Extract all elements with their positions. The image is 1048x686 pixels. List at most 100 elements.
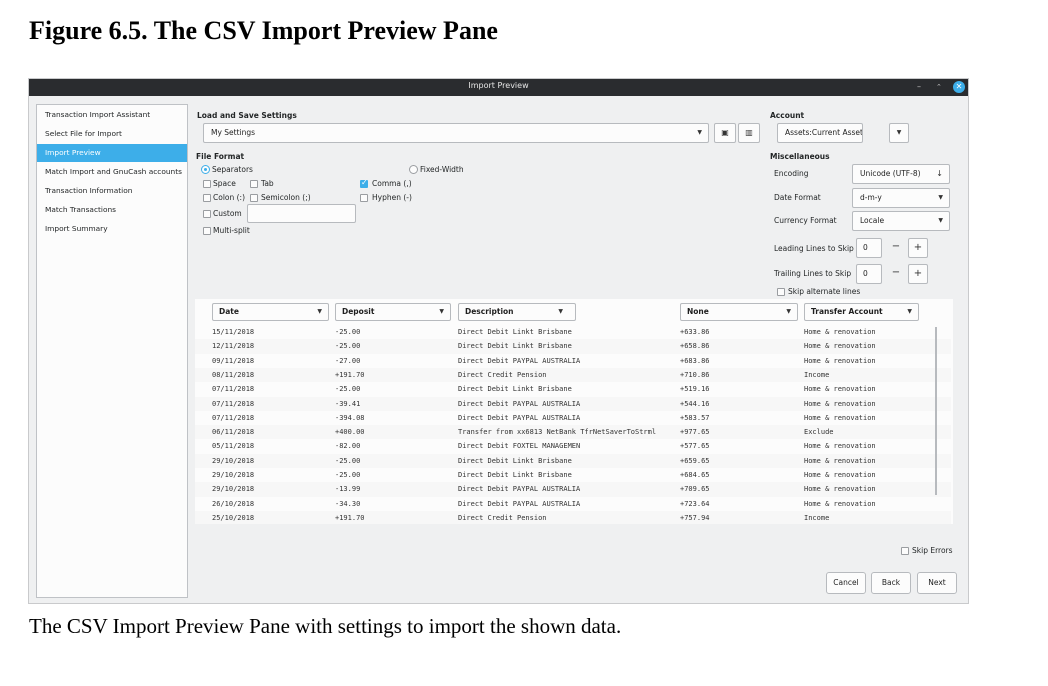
cell-description: Direct Debit PAYPAL AUSTRALIA [458,356,581,365]
cell-none: +710.86 [680,370,710,379]
minimize-icon[interactable]: – [917,81,921,93]
trailing-lines-label: Trailing Lines to Skip [774,269,852,278]
semicolon-checkbox[interactable] [250,194,258,202]
cell-deposit: -27.00 [335,356,361,365]
cell-transfer-account: Income [804,370,830,379]
next-button[interactable]: Next [917,572,957,594]
cell-deposit: -39.41 [335,399,361,408]
leading-lines-label: Leading Lines to Skip [774,244,854,253]
space-checkbox[interactable] [203,180,211,188]
sidebar-item-select-file[interactable]: Select File for Import [37,125,187,143]
cell-description: Direct Debit PAYPAL AUSTRALIA [458,413,581,422]
table-row[interactable]: 07/11/2018 -394.08 Direct Debit PAYPAL A… [195,411,951,425]
cell-none: +709.65 [680,485,710,494]
cell-deposit: +191.70 [335,513,365,522]
table-row[interactable]: 15/11/2018 -25.00 Direct Debit Linkt Bri… [195,325,951,339]
cell-date: 15/11/2018 [212,328,255,336]
table-row[interactable]: 07/11/2018 -39.41 Direct Debit PAYPAL AU… [195,396,951,411]
cancel-button[interactable]: Cancel [826,572,866,594]
sidebar-item-transaction-import-assistant[interactable]: Transaction Import Assistant [37,106,187,124]
cell-none: +757.94 [680,513,710,522]
cell-none: +583.57 [680,413,710,422]
leading-decrement-button[interactable]: − [887,241,905,252]
cell-none: +723.64 [680,499,710,508]
cell-description: Direct Debit Linkt Brisbane [458,385,572,394]
delete-settings-button[interactable]: ▥ [738,123,760,143]
file-format-heading: File Format [196,152,245,161]
encoding-select[interactable]: Unicode (UTF-8) ↓ [852,164,950,184]
multi-split-checkbox[interactable] [203,227,211,235]
sidebar-item-match-transactions[interactable]: Match Transactions [37,201,187,219]
skip-errors-label: Skip Errors [912,546,953,555]
trailing-decrement-button[interactable]: − [887,267,905,278]
cell-transfer-account: Exclude [804,428,834,437]
cell-description: Direct Credit Pension [458,513,547,522]
account-dropdown-button[interactable]: ▼ [889,123,909,143]
cell-none: +977.65 [680,428,710,437]
table-row[interactable]: 29/10/2018 -25.00 Direct Debit Linkt Bri… [195,453,951,468]
cell-date: 06/11/2018 [212,428,255,437]
preview-table: Date ▼ Deposit ▼ Description ▼ None ▼ Tr… [195,299,953,524]
cell-date: 07/11/2018 [212,413,255,422]
import-preview-window: Import Preview – ⌃ ✕ Transaction Import … [28,78,969,604]
column-header-date[interactable]: Date ▼ [212,303,329,321]
table-row[interactable]: 29/10/2018 -13.99 Direct Debit PAYPAL AU… [195,482,951,497]
colon-checkbox[interactable] [203,194,211,202]
cell-deposit: +400.00 [335,428,365,437]
leading-increment-button[interactable]: + [908,238,928,258]
column-header-none[interactable]: None ▼ [680,303,798,321]
table-row[interactable]: 06/11/2018 +400.00 Transfer from xx6813 … [195,425,951,440]
custom-separator-input[interactable] [247,204,356,223]
back-button[interactable]: Back [871,572,911,594]
date-format-select[interactable]: d-m-y ▼ [852,188,950,208]
currency-format-value: Locale [860,216,885,225]
table-row[interactable]: 07/11/2018 -25.00 Direct Debit Linkt Bri… [195,382,951,396]
cell-transfer-account: Home & renovation [804,385,876,394]
leading-lines-input[interactable]: 0 [856,238,882,258]
hyphen-checkbox[interactable] [360,194,368,202]
skip-alternate-label: Skip alternate lines [788,287,861,296]
skip-errors-checkbox[interactable] [901,547,909,555]
cell-description: Direct Debit Linkt Brisbane [458,471,572,479]
close-icon[interactable]: ✕ [953,81,965,93]
cell-transfer-account: Home & renovation [804,471,876,479]
save-settings-button[interactable]: ▣ [714,123,736,143]
cell-description: Direct Debit FOXTEL MANAGEMEN [458,442,581,451]
trailing-lines-input[interactable]: 0 [856,264,882,284]
cell-deposit: -34.30 [335,499,361,508]
cell-transfer-account: Home & renovation [804,456,876,465]
vertical-scrollbar[interactable] [935,327,937,495]
skip-alternate-checkbox[interactable] [777,288,785,296]
column-header-deposit[interactable]: Deposit ▼ [335,303,451,321]
maximize-icon[interactable]: ⌃ [936,81,942,93]
comma-label: Comma (,) [372,179,412,188]
sidebar-item-match-accounts[interactable]: Match Import and GnuCash accounts [37,163,187,181]
cell-transfer-account: Income [804,513,830,522]
sidebar-item-import-summary[interactable]: Import Summary [37,220,187,238]
cell-description: Direct Debit Linkt Brisbane [458,328,572,336]
account-select[interactable]: Assets:Current Assets:Savi [777,123,863,143]
tab-checkbox[interactable] [250,180,258,188]
table-row[interactable]: 12/11/2018 -25.00 Direct Debit Linkt Bri… [195,339,951,354]
arrow-down-icon: ↓ [936,169,943,178]
fixed-width-radio[interactable] [409,165,418,174]
settings-select[interactable]: My Settings ▼ [203,123,709,143]
table-row[interactable]: 29/10/2018 -25.00 Direct Debit Linkt Bri… [195,468,951,482]
column-header-transfer-account[interactable]: Transfer Account ▼ [804,303,919,321]
table-row[interactable]: 26/10/2018 -34.30 Direct Debit PAYPAL AU… [195,497,951,511]
table-row[interactable]: 08/11/2018 +191.70 Direct Credit Pension… [195,367,951,383]
cell-deposit: -82.00 [335,442,361,451]
cell-date: 12/11/2018 [212,342,255,351]
sidebar-item-transaction-information[interactable]: Transaction Information [37,182,187,200]
table-row[interactable]: 09/11/2018 -27.00 Direct Debit PAYPAL AU… [195,354,951,368]
currency-format-select[interactable]: Locale ▼ [852,211,950,231]
separators-radio[interactable] [201,165,210,174]
trailing-increment-button[interactable]: + [908,264,928,284]
comma-checkbox[interactable] [360,178,368,188]
table-row[interactable]: 25/10/2018 +191.70 Direct Credit Pension… [195,510,951,524]
column-header-description[interactable]: Description ▼ [458,303,576,321]
semicolon-label: Semicolon (;) [261,193,311,202]
custom-checkbox[interactable] [203,210,211,218]
sidebar-item-import-preview[interactable]: Import Preview [37,144,187,162]
table-row[interactable]: 05/11/2018 -82.00 Direct Debit FOXTEL MA… [195,439,951,453]
